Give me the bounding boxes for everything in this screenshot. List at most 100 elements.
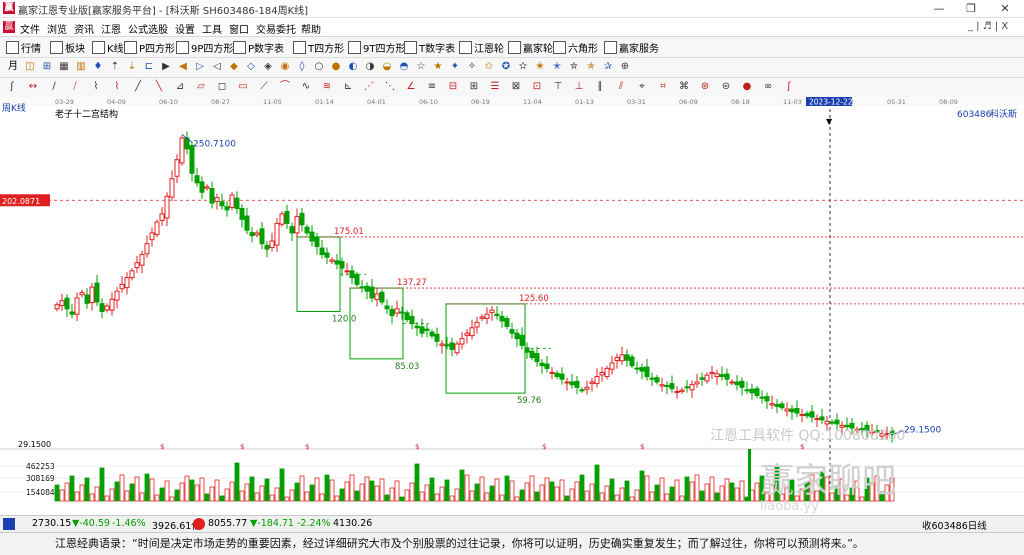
analysis-tool-icon[interactable]: ⌇ bbox=[90, 81, 102, 93]
maximize-button[interactable]: ❐ bbox=[956, 0, 986, 17]
analysis-tool-icon[interactable]: ⌗ bbox=[657, 81, 669, 93]
draw-tool-icon[interactable]: ▦ bbox=[58, 61, 70, 73]
draw-tool-icon[interactable]: ▶ bbox=[160, 61, 172, 73]
menu-settings[interactable]: 设置 bbox=[175, 21, 195, 36]
analysis-tool-icon[interactable]: ╲ bbox=[153, 81, 165, 93]
menu-formula[interactable]: 公式选股 bbox=[128, 21, 168, 36]
menu-browse[interactable]: 浏览 bbox=[47, 21, 67, 36]
mdi-controls[interactable]: _ | ♬ | X bbox=[968, 21, 1008, 32]
draw-tool-icon[interactable]: ▷ bbox=[194, 61, 206, 73]
draw-tool-icon[interactable]: ▥ bbox=[75, 61, 87, 73]
analysis-tool-icon[interactable]: ⌇ bbox=[111, 81, 123, 93]
minimize-button[interactable]: — bbox=[924, 0, 954, 17]
analysis-tool-icon[interactable]: ∠ bbox=[405, 81, 417, 93]
analysis-tool-icon[interactable]: ∿ bbox=[300, 81, 312, 93]
draw-tool-icon[interactable]: ⇣ bbox=[126, 61, 138, 73]
toolbar-9p-square-button[interactable]: 9P四方形 bbox=[176, 40, 233, 55]
menu-trade[interactable]: 交易委托 bbox=[256, 21, 296, 36]
analysis-tool-icon[interactable]: ⊤ bbox=[552, 81, 564, 93]
daily-line-label[interactable]: 收603486日线 bbox=[922, 518, 987, 532]
analysis-tool-icon[interactable]: ╱ bbox=[132, 81, 144, 93]
draw-tool-icon[interactable]: ◉ bbox=[279, 61, 291, 73]
analysis-tool-icon[interactable]: ◻ bbox=[216, 81, 228, 93]
draw-tool-icon[interactable]: ✪ bbox=[500, 61, 512, 73]
draw-tool-icon[interactable]: ○ bbox=[313, 61, 325, 73]
toolbar-t-table-button[interactable]: T数字表 bbox=[404, 40, 455, 55]
analysis-tool-icon[interactable]: ⊾ bbox=[342, 81, 354, 93]
draw-tool-icon[interactable]: ⊞ bbox=[41, 61, 53, 73]
toolbar-kline-button[interactable]: K线 bbox=[92, 40, 124, 55]
draw-tool-icon[interactable]: ⊏ bbox=[143, 61, 155, 73]
toolbar-hexagon-button[interactable]: 六角形 bbox=[553, 40, 598, 55]
analysis-tool-icon[interactable]: ≋ bbox=[321, 81, 333, 93]
analysis-tool-icon[interactable]: ⫽ bbox=[615, 81, 627, 93]
draw-tool-icon[interactable]: ◈ bbox=[262, 61, 274, 73]
menu-file[interactable]: 文件 bbox=[20, 21, 40, 36]
draw-tool-icon[interactable]: ◫ bbox=[24, 61, 36, 73]
analysis-tool-icon[interactable]: ⊿ bbox=[174, 81, 186, 93]
draw-tool-icon[interactable]: ✯ bbox=[585, 61, 597, 73]
analysis-tool-icon[interactable]: ⊠ bbox=[510, 81, 522, 93]
draw-tool-icon[interactable]: ✩ bbox=[483, 61, 495, 73]
analysis-tool-icon[interactable]: ⧸ bbox=[69, 81, 81, 93]
analysis-tool-icon[interactable]: ↔ bbox=[27, 81, 39, 93]
toolbar-9t-square-button[interactable]: 9T四方形 bbox=[348, 40, 405, 55]
analysis-tool-icon[interactable]: ⊟ bbox=[447, 81, 459, 93]
analysis-tool-icon[interactable]: ʃ bbox=[6, 81, 18, 93]
analysis-tool-icon[interactable]: ⊛ bbox=[699, 81, 711, 93]
analysis-tool-icon[interactable]: ▱ bbox=[195, 81, 207, 93]
menu-window[interactable]: 窗口 bbox=[229, 21, 249, 36]
analysis-tool-icon[interactable]: ▭ bbox=[237, 81, 249, 93]
analysis-tool-icon[interactable]: ⌘ bbox=[678, 81, 690, 93]
toolbar-service-button[interactable]: 赢家服务 bbox=[604, 40, 659, 55]
period-select[interactable]: 月 bbox=[6, 61, 20, 73]
draw-tool-icon[interactable]: ✧ bbox=[466, 61, 478, 73]
analysis-tool-icon[interactable]: ⋰ bbox=[363, 81, 375, 93]
analysis-tool-icon[interactable]: ⊞ bbox=[468, 81, 480, 93]
draw-tool-icon[interactable]: ⇡ bbox=[109, 61, 121, 73]
analysis-tool-icon[interactable]: ⊡ bbox=[531, 81, 543, 93]
toolbar-winner-wheel-button[interactable]: 赢家轮 bbox=[508, 40, 553, 55]
draw-tool-icon[interactable]: ◊ bbox=[296, 61, 308, 73]
draw-tool-icon[interactable]: ◁ bbox=[211, 61, 223, 73]
analysis-tool-icon[interactable]: ⌒ bbox=[279, 81, 291, 93]
toolbar-p-table-button[interactable]: P数字表 bbox=[233, 40, 284, 55]
draw-tool-icon[interactable]: ● bbox=[330, 61, 342, 73]
toolbar-t-square-button[interactable]: T四方形 bbox=[293, 40, 344, 55]
draw-tool-icon[interactable]: ◐ bbox=[347, 61, 359, 73]
chart-area[interactable]: 03-29 04-09 06-10 08-27 11-05 01-14 04-01 06-10… bbox=[0, 97, 1024, 514]
draw-tool-icon[interactable]: ✮ bbox=[568, 61, 580, 73]
draw-tool-icon[interactable]: ⊕ bbox=[619, 61, 631, 73]
close-button[interactable]: ✕ bbox=[990, 0, 1020, 17]
menu-tools[interactable]: 工具 bbox=[202, 21, 222, 36]
kline-chart[interactable]: 03-29 04-09 06-10 08-27 11-05 01-14 04-01 06-10… bbox=[0, 97, 1024, 514]
draw-tool-icon[interactable]: ◒ bbox=[381, 61, 393, 73]
analysis-tool-icon[interactable]: ● bbox=[741, 81, 753, 93]
toolbar-blocks-button[interactable]: 板块 bbox=[50, 40, 85, 55]
toolbar-gann-wheel-button[interactable]: 江恩轮 bbox=[459, 40, 504, 55]
draw-tool-icon[interactable]: ◇ bbox=[245, 61, 257, 73]
draw-tool-icon[interactable]: ✬ bbox=[534, 61, 546, 73]
analysis-tool-icon[interactable]: ∕ bbox=[48, 81, 60, 93]
menu-help[interactable]: 帮助 bbox=[301, 21, 321, 36]
analysis-tool-icon[interactable]: ⊥ bbox=[573, 81, 585, 93]
analysis-tool-icon[interactable]: ≡ bbox=[426, 81, 438, 93]
menu-gann[interactable]: 江恩 bbox=[101, 21, 121, 36]
draw-tool-icon[interactable]: ◓ bbox=[398, 61, 410, 73]
draw-tool-icon[interactable]: ☆ bbox=[415, 61, 427, 73]
draw-tool-icon[interactable]: ✦ bbox=[449, 61, 461, 73]
draw-tool-icon[interactable]: ◆ bbox=[228, 61, 240, 73]
analysis-tool-icon[interactable]: ʃ bbox=[783, 81, 795, 93]
analysis-tool-icon[interactable]: ☰ bbox=[489, 81, 501, 93]
analysis-tool-icon[interactable]: ⋱ bbox=[384, 81, 396, 93]
draw-tool-icon[interactable]: ◑ bbox=[364, 61, 376, 73]
toolbar-grid-button[interactable]: 行情 bbox=[6, 40, 41, 55]
draw-tool-icon[interactable]: ★ bbox=[432, 61, 444, 73]
analysis-tool-icon[interactable]: ⌖ bbox=[636, 81, 648, 93]
analysis-tool-icon[interactable]: ∞ bbox=[762, 81, 774, 93]
menu-news[interactable]: 资讯 bbox=[74, 21, 94, 36]
analysis-tool-icon[interactable]: ⟋ bbox=[258, 81, 270, 93]
draw-tool-icon[interactable]: ✭ bbox=[551, 61, 563, 73]
draw-tool-icon[interactable]: ◀ bbox=[177, 61, 189, 73]
draw-tool-icon[interactable]: ✫ bbox=[517, 61, 529, 73]
